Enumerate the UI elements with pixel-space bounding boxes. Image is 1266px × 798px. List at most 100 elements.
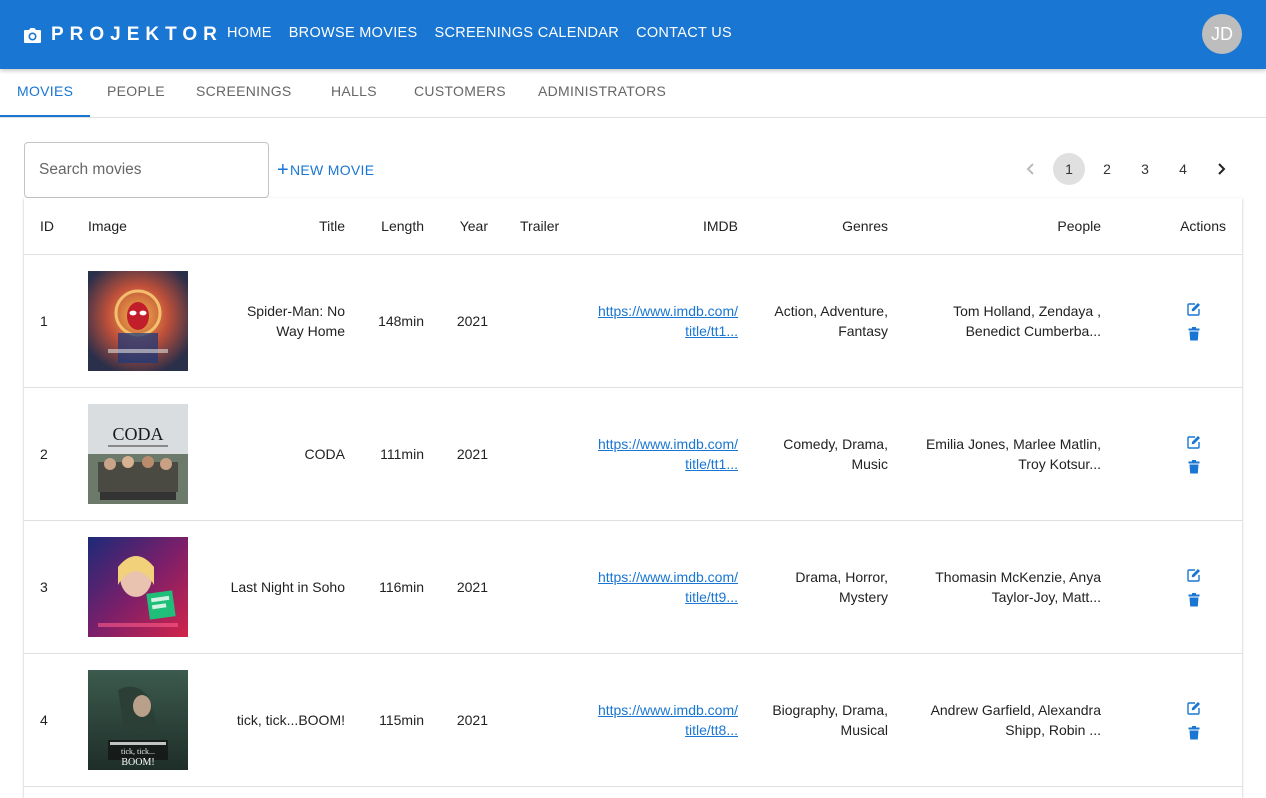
- page-1-button[interactable]: 1: [1053, 153, 1085, 185]
- cell-title: Last Night in Soho: [230, 578, 345, 595]
- column-header-id[interactable]: ID: [24, 198, 88, 255]
- page-3-button[interactable]: 3: [1129, 153, 1161, 185]
- imdb-link[interactable]: https://www.imdb.com/ title/tt9...: [578, 567, 738, 607]
- imdb-link[interactable]: https://www.imdb.com/ title/tt1...: [578, 434, 738, 474]
- chevron-left-icon: [1026, 163, 1034, 175]
- app-bar: PROJEKTOR HOME BROWSE MOVIES SCREENINGS …: [0, 0, 1266, 69]
- delete-icon[interactable]: [1187, 326, 1201, 341]
- cell-year: 2021: [424, 520, 488, 654]
- imdb-link-line1: https://www.imdb.com/: [597, 302, 738, 319]
- imdb-link-line1: https://www.imdb.com/: [597, 701, 738, 718]
- column-header-imdb: IMDB: [578, 198, 738, 255]
- cell-year: 2021: [424, 387, 488, 521]
- cell-id: 2: [24, 387, 88, 521]
- cell-people: Andrew Garfield, Alexandra: [930, 701, 1101, 718]
- cell-length: 148min: [345, 254, 424, 388]
- admin-tabs: MOVIES PEOPLE SCREENINGS HALLS CUSTOMERS…: [0, 69, 1266, 118]
- cell-length: 116min: [345, 520, 424, 654]
- previous-page-button[interactable]: [1015, 153, 1047, 185]
- edit-icon[interactable]: [1187, 435, 1201, 449]
- page-4-button[interactable]: 4: [1167, 153, 1199, 185]
- cell-trailer: [488, 520, 578, 654]
- nav-home[interactable]: HOME: [227, 25, 272, 41]
- spider-man-poster-image: [88, 270, 188, 371]
- main-nav: HOME BROWSE MOVIES SCREENINGS CALENDAR C…: [227, 25, 749, 41]
- table-row: 2 CODA CODA 111min 2021 https://www.imdb…: [24, 387, 1242, 521]
- delete-icon[interactable]: [1187, 459, 1201, 474]
- edit-icon[interactable]: [1187, 568, 1201, 582]
- poster-title: BOOM!: [121, 757, 154, 768]
- column-header-actions: Actions: [1101, 198, 1242, 255]
- table-header-row: ID Image Title Length Year Trailer IMDB …: [24, 198, 1242, 255]
- tab-screenings[interactable]: SCREENINGS: [196, 69, 292, 117]
- cell-title: tick, tick...BOOM!: [236, 711, 345, 728]
- edit-icon[interactable]: [1187, 302, 1201, 316]
- cell-genres-continued: Musical: [840, 721, 888, 738]
- plus-icon: +: [277, 159, 289, 181]
- table-row: 1 Spider-Man: No Way Home 148min 2021 ht…: [24, 254, 1242, 388]
- imdb-link-line2: title/tt1...: [685, 455, 738, 472]
- tab-halls[interactable]: HALLS: [331, 69, 377, 117]
- table-row: 3 Last Night in Soho 116min 2021 https:/…: [24, 520, 1242, 654]
- cell-genres: Drama, Horror,: [795, 568, 888, 585]
- cell-year: 2021: [424, 254, 488, 388]
- page-2-button[interactable]: 2: [1091, 153, 1123, 185]
- cell-length: 111min: [345, 387, 424, 521]
- new-movie-button[interactable]: + NEW MOVIE: [277, 158, 374, 182]
- column-header-people: People: [888, 198, 1101, 255]
- cell-genres-continued: Fantasy: [838, 322, 888, 339]
- cell-genres: Action, Adventure,: [774, 302, 888, 319]
- imdb-link[interactable]: https://www.imdb.com/ title/tt1...: [578, 301, 738, 341]
- imdb-link[interactable]: https://www.imdb.com/ title/tt8...: [578, 700, 738, 740]
- movies-table: ID Image Title Length Year Trailer IMDB …: [24, 198, 1242, 787]
- cell-id: 4: [24, 653, 88, 787]
- cell-trailer: [488, 254, 578, 388]
- imdb-link-line2: title/tt1...: [685, 322, 738, 339]
- next-page-button[interactable]: [1205, 153, 1237, 185]
- cell-people-continued: Troy Kotsur...: [1018, 455, 1101, 472]
- cell-people-continued: Taylor-Joy, Matt...: [991, 588, 1101, 605]
- cell-people: Thomasin McKenzie, Anya: [935, 568, 1101, 585]
- nav-contact-us[interactable]: CONTACT US: [636, 25, 732, 41]
- tab-people[interactable]: PEOPLE: [107, 69, 165, 117]
- brand-logo[interactable]: PROJEKTOR: [24, 24, 223, 46]
- tab-movies[interactable]: MOVIES: [17, 69, 73, 117]
- imdb-link-line2: title/tt8...: [685, 721, 738, 738]
- chevron-right-icon: [1218, 163, 1226, 175]
- cell-people-continued: Benedict Cumberba...: [965, 322, 1101, 339]
- new-movie-label: NEW MOVIE: [289, 162, 375, 178]
- cell-genres: Biography, Drama,: [772, 701, 888, 718]
- cell-people-continued: Shipp, Robin ...: [1005, 721, 1101, 738]
- imdb-link-line1: https://www.imdb.com/: [597, 435, 738, 452]
- table-row: 4 tick, tick... BOOM! tick, tick...BOOM!…: [24, 653, 1242, 787]
- coda-poster-image: CODA: [88, 403, 188, 504]
- cell-id: 1: [24, 254, 88, 388]
- tab-indicator: [0, 115, 90, 117]
- cell-genres-continued: Mystery: [839, 588, 888, 605]
- cell-people: Tom Holland, Zendaya ,: [953, 302, 1101, 319]
- movies-table-card: ID Image Title Length Year Trailer IMDB …: [24, 198, 1242, 798]
- camera-icon: [24, 27, 41, 43]
- cell-title: CODA: [304, 445, 345, 462]
- nav-browse-movies[interactable]: BROWSE MOVIES: [289, 25, 418, 41]
- column-header-title[interactable]: Title: [213, 198, 345, 255]
- edit-icon[interactable]: [1187, 701, 1201, 715]
- brand-name: PROJEKTOR: [51, 24, 223, 45]
- cell-year: 2021: [424, 653, 488, 787]
- search-input[interactable]: [24, 142, 269, 198]
- column-header-year[interactable]: Year: [424, 198, 488, 255]
- tab-customers[interactable]: CUSTOMERS: [414, 69, 506, 117]
- pagination: 1 2 3 4: [1015, 153, 1243, 185]
- column-header-length[interactable]: Length: [345, 198, 424, 255]
- column-header-trailer: Trailer: [488, 198, 578, 255]
- tab-administrators[interactable]: ADMINISTRATORS: [538, 69, 666, 117]
- cell-genres: Comedy, Drama,: [783, 435, 888, 452]
- avatar[interactable]: JD: [1202, 14, 1242, 54]
- last-night-in-soho-poster-image: [88, 536, 188, 637]
- column-header-genres: Genres: [738, 198, 888, 255]
- cell-length: 115min: [345, 653, 424, 787]
- delete-icon[interactable]: [1187, 592, 1201, 607]
- delete-icon[interactable]: [1187, 725, 1201, 740]
- nav-screenings-calendar[interactable]: SCREENINGS CALENDAR: [434, 25, 619, 41]
- poster-title: CODA: [112, 424, 163, 444]
